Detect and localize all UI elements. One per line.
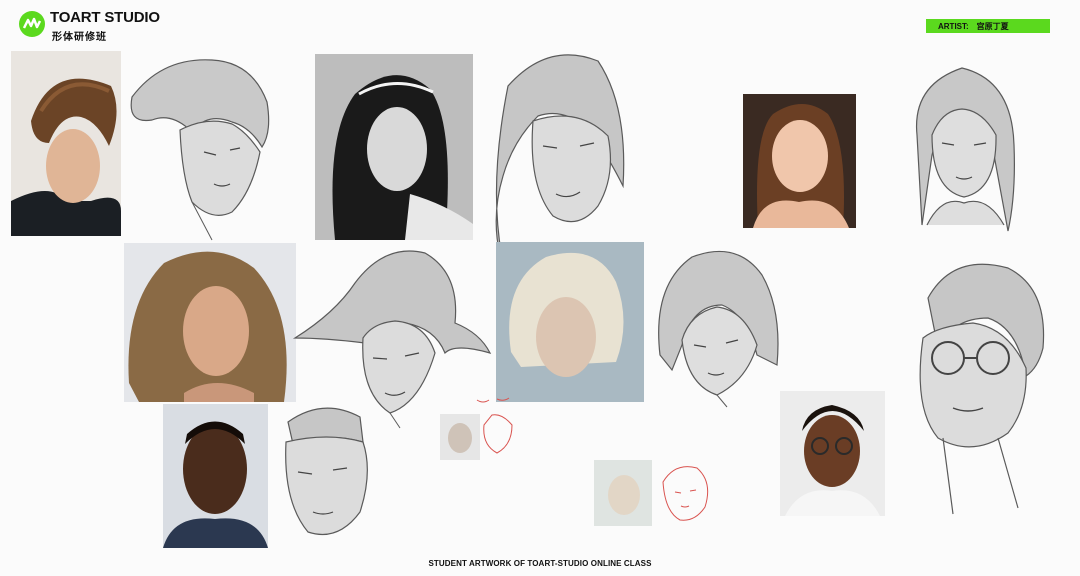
- blonde-thumbnail-study: [594, 460, 652, 526]
- toart-logo-icon: [19, 11, 45, 37]
- artist-label: ARTIST:: [938, 21, 969, 31]
- young-man-brown-hair-photo: [11, 51, 121, 236]
- artist-name: 宫原丁夏: [976, 21, 1009, 31]
- red-line-blonde-study: [655, 462, 715, 530]
- woman-platinum-bob-photo: [496, 242, 644, 402]
- girl-hands-chin-sketch: [912, 65, 1017, 232]
- logo-title: TOART STUDIO: [50, 9, 160, 26]
- footer-caption: STUDENT ARTWORK OF TOART-STUDIO ONLINE C…: [428, 559, 652, 568]
- man-short-hair-photo: [163, 404, 268, 548]
- girl-hands-chin-photo: [743, 94, 856, 228]
- man-glasses-sketch: [898, 258, 1048, 515]
- young-man-stylized-sketch: [122, 52, 272, 242]
- woman-bob-sketch: [652, 245, 784, 408]
- man-angular-sketch: [278, 402, 376, 549]
- studio-logo: TOART STUDIO 形体研修班: [18, 8, 160, 43]
- red-line-thumbnail-study: [472, 395, 522, 460]
- logo-subtitle: 形体研修班: [52, 32, 107, 43]
- woman-windblown-hair-photo: [124, 243, 296, 402]
- woman-windblown-sketch: [285, 243, 495, 429]
- man-glasses-photo: [780, 391, 885, 516]
- woman-headband-bw-photo: [315, 54, 473, 240]
- artist-badge: ARTIST: 宫原丁夏: [926, 19, 1050, 33]
